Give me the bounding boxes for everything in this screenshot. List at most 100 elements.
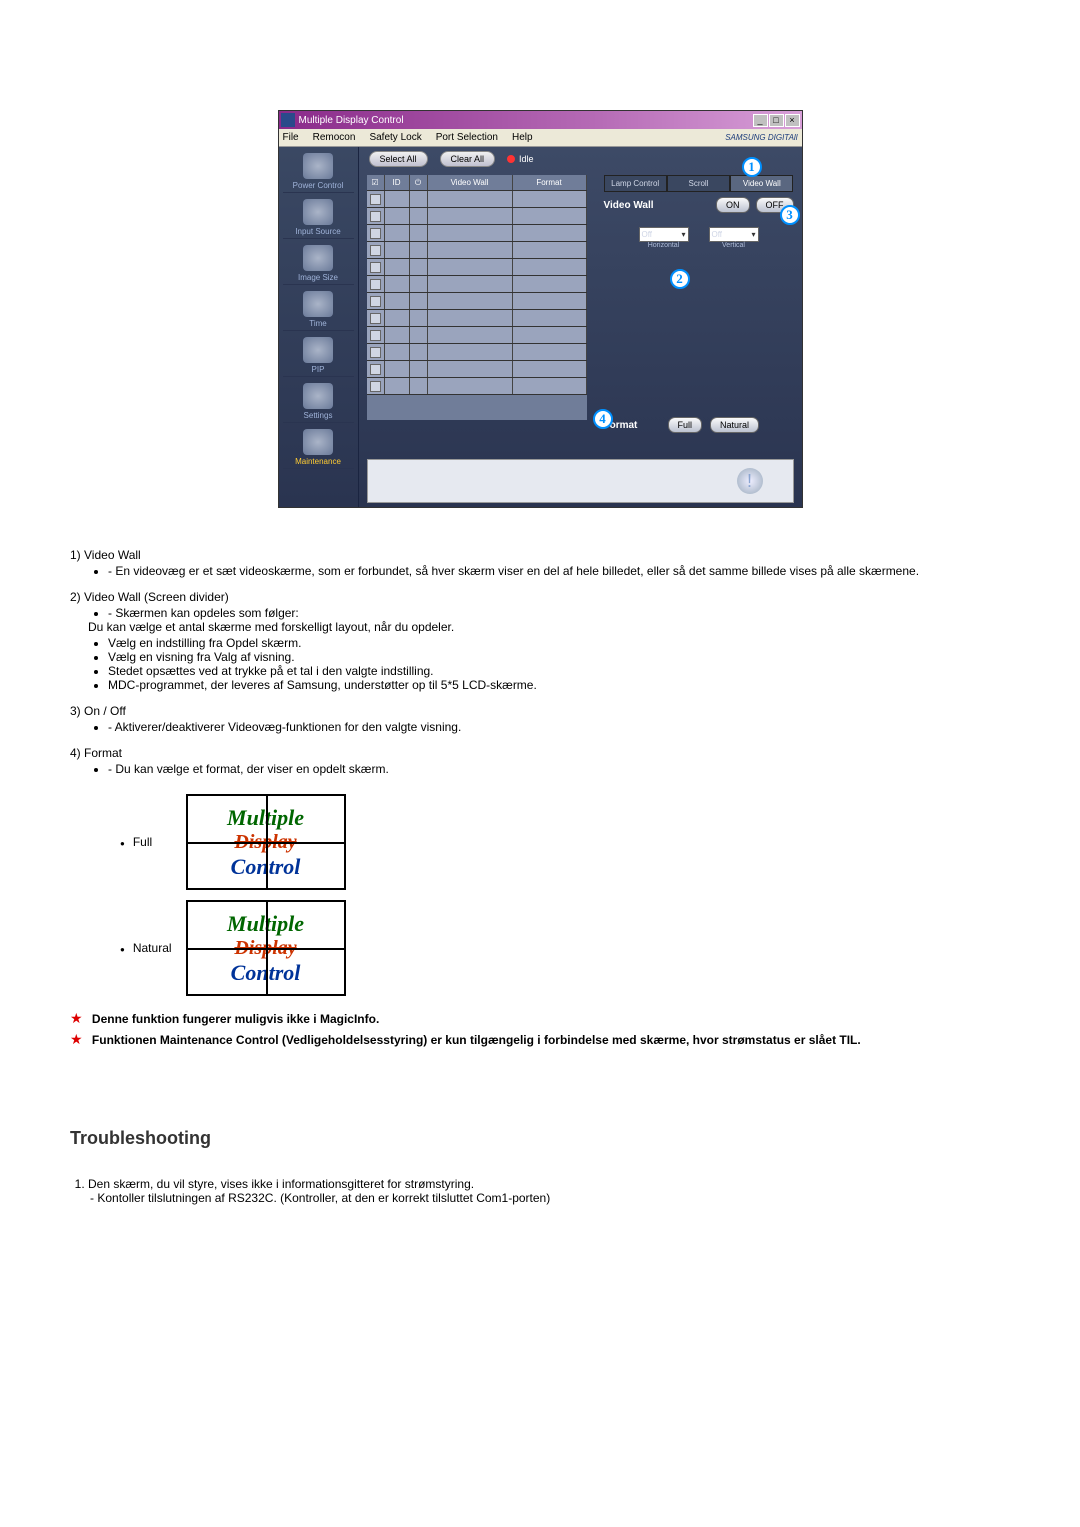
row-checkbox[interactable] bbox=[367, 259, 385, 275]
menu-help[interactable]: Help bbox=[512, 132, 533, 143]
video-wall-on-button[interactable]: ON bbox=[716, 197, 750, 213]
horizontal-label: Horizontal bbox=[639, 242, 689, 249]
sidebar-item-image-size[interactable]: Image Size bbox=[283, 241, 354, 285]
row-checkbox[interactable] bbox=[367, 378, 385, 394]
tab-lamp-control[interactable]: Lamp Control bbox=[604, 175, 667, 192]
row-id bbox=[385, 225, 410, 241]
row-power bbox=[410, 225, 428, 241]
vertical-select[interactable]: Off bbox=[709, 227, 759, 242]
idle-status: Idle bbox=[507, 154, 534, 164]
table-row[interactable] bbox=[367, 225, 587, 242]
table-row[interactable] bbox=[367, 293, 587, 310]
table-row[interactable] bbox=[367, 276, 587, 293]
tab-video-wall[interactable]: Video Wall bbox=[730, 175, 793, 192]
row-video-wall bbox=[428, 293, 513, 309]
row-format bbox=[513, 242, 587, 258]
sidebar-item-power-control[interactable]: Power Control bbox=[283, 149, 354, 193]
row-format bbox=[513, 361, 587, 377]
row-id bbox=[385, 242, 410, 258]
row-video-wall bbox=[428, 259, 513, 275]
row-id bbox=[385, 259, 410, 275]
input-source-icon bbox=[303, 199, 333, 225]
app-footer: ! bbox=[367, 459, 794, 503]
sidebar-item-input-source[interactable]: Input Source bbox=[283, 195, 354, 239]
menu-port-selection[interactable]: Port Selection bbox=[436, 132, 498, 143]
item-1-desc: En videovæg er et sæt videoskærme, som e… bbox=[108, 564, 1010, 578]
clear-all-button[interactable]: Clear All bbox=[440, 151, 496, 167]
grid-header-checkbox[interactable]: ☑ bbox=[367, 175, 385, 190]
minimize-button[interactable]: _ bbox=[753, 114, 768, 127]
row-video-wall bbox=[428, 225, 513, 241]
ts-item-1-dash: Kontoller tilslutningen af RS232C. (Kont… bbox=[97, 1191, 550, 1205]
table-row[interactable] bbox=[367, 327, 587, 344]
row-checkbox[interactable] bbox=[367, 344, 385, 360]
star-icon: ★ bbox=[70, 1010, 83, 1026]
row-format bbox=[513, 259, 587, 275]
row-checkbox[interactable] bbox=[367, 276, 385, 292]
item-2-bullet: MDC-programmet, der leveres af Samsung, … bbox=[108, 678, 1010, 692]
table-row[interactable] bbox=[367, 208, 587, 225]
warning-icon: ! bbox=[737, 468, 763, 494]
time-icon bbox=[303, 291, 333, 317]
row-video-wall bbox=[428, 242, 513, 258]
table-row[interactable] bbox=[367, 242, 587, 259]
sidebar-item-settings[interactable]: Settings bbox=[283, 379, 354, 423]
row-checkbox[interactable] bbox=[367, 191, 385, 207]
sidebar: Power Control Input Source Image Size Ti… bbox=[279, 147, 359, 507]
sidebar-item-pip[interactable]: PIP bbox=[283, 333, 354, 377]
row-id bbox=[385, 191, 410, 207]
sidebar-item-time[interactable]: Time bbox=[283, 287, 354, 331]
item-2-bullet: Vælg en indstilling fra Opdel skærm. bbox=[108, 636, 1010, 650]
close-button[interactable]: × bbox=[785, 114, 800, 127]
vertical-label: Vertical bbox=[709, 242, 759, 249]
row-checkbox[interactable] bbox=[367, 327, 385, 343]
row-checkbox[interactable] bbox=[367, 208, 385, 224]
item-2-bullet: Vælg en visning fra Valg af visning. bbox=[108, 650, 1010, 664]
list-item-2: 2) Video Wall (Screen divider) Skærmen k… bbox=[70, 590, 1010, 692]
row-format bbox=[513, 378, 587, 394]
row-power bbox=[410, 310, 428, 326]
row-checkbox[interactable] bbox=[367, 361, 385, 377]
row-power bbox=[410, 327, 428, 343]
sidebar-item-maintenance[interactable]: Maintenance bbox=[283, 425, 354, 469]
pip-icon bbox=[303, 337, 333, 363]
table-row[interactable] bbox=[367, 191, 587, 208]
item-2-desc: Skærmen kan opdeles som følger: bbox=[108, 606, 1010, 620]
row-checkbox[interactable] bbox=[367, 242, 385, 258]
table-row[interactable] bbox=[367, 259, 587, 276]
row-power bbox=[410, 208, 428, 224]
grid-header-video-wall: Video Wall bbox=[428, 175, 513, 190]
list-item-3: 3) On / Off Aktiverer/deaktiverer Videov… bbox=[70, 704, 1010, 734]
row-video-wall bbox=[428, 208, 513, 224]
format-full-button[interactable]: Full bbox=[668, 417, 703, 433]
menu-safety-lock[interactable]: Safety Lock bbox=[369, 132, 421, 143]
select-all-button[interactable]: Select All bbox=[369, 151, 428, 167]
grid-header-id: ID bbox=[385, 175, 410, 190]
title-bar: Multiple Display Control _ □ × bbox=[279, 111, 802, 129]
maximize-button[interactable]: □ bbox=[769, 114, 784, 127]
row-video-wall bbox=[428, 310, 513, 326]
table-row[interactable] bbox=[367, 310, 587, 327]
row-power bbox=[410, 361, 428, 377]
menu-file[interactable]: File bbox=[283, 132, 299, 143]
row-checkbox[interactable] bbox=[367, 310, 385, 326]
image-size-icon bbox=[303, 245, 333, 271]
format-natural-button[interactable]: Natural bbox=[710, 417, 759, 433]
format-full-label: Full bbox=[114, 790, 178, 894]
row-checkbox[interactable] bbox=[367, 293, 385, 309]
list-item-1: 1) Video Wall En videovæg er et sæt vide… bbox=[70, 548, 1010, 578]
tab-scroll[interactable]: Scroll bbox=[667, 175, 730, 192]
app-body: Power Control Input Source Image Size Ti… bbox=[279, 147, 802, 507]
table-row[interactable] bbox=[367, 361, 587, 378]
table-row[interactable] bbox=[367, 344, 587, 361]
table-row[interactable] bbox=[367, 378, 587, 395]
horizontal-select[interactable]: Off bbox=[639, 227, 689, 242]
row-power bbox=[410, 378, 428, 394]
row-format bbox=[513, 225, 587, 241]
menu-remocon[interactable]: Remocon bbox=[313, 132, 356, 143]
star-note-1: ★ Denne funktion fungerer muligvis ikke … bbox=[70, 1010, 1010, 1027]
row-format bbox=[513, 191, 587, 207]
row-checkbox[interactable] bbox=[367, 225, 385, 241]
row-video-wall bbox=[428, 276, 513, 292]
format-full-image: Multiple Display Control bbox=[186, 794, 346, 890]
